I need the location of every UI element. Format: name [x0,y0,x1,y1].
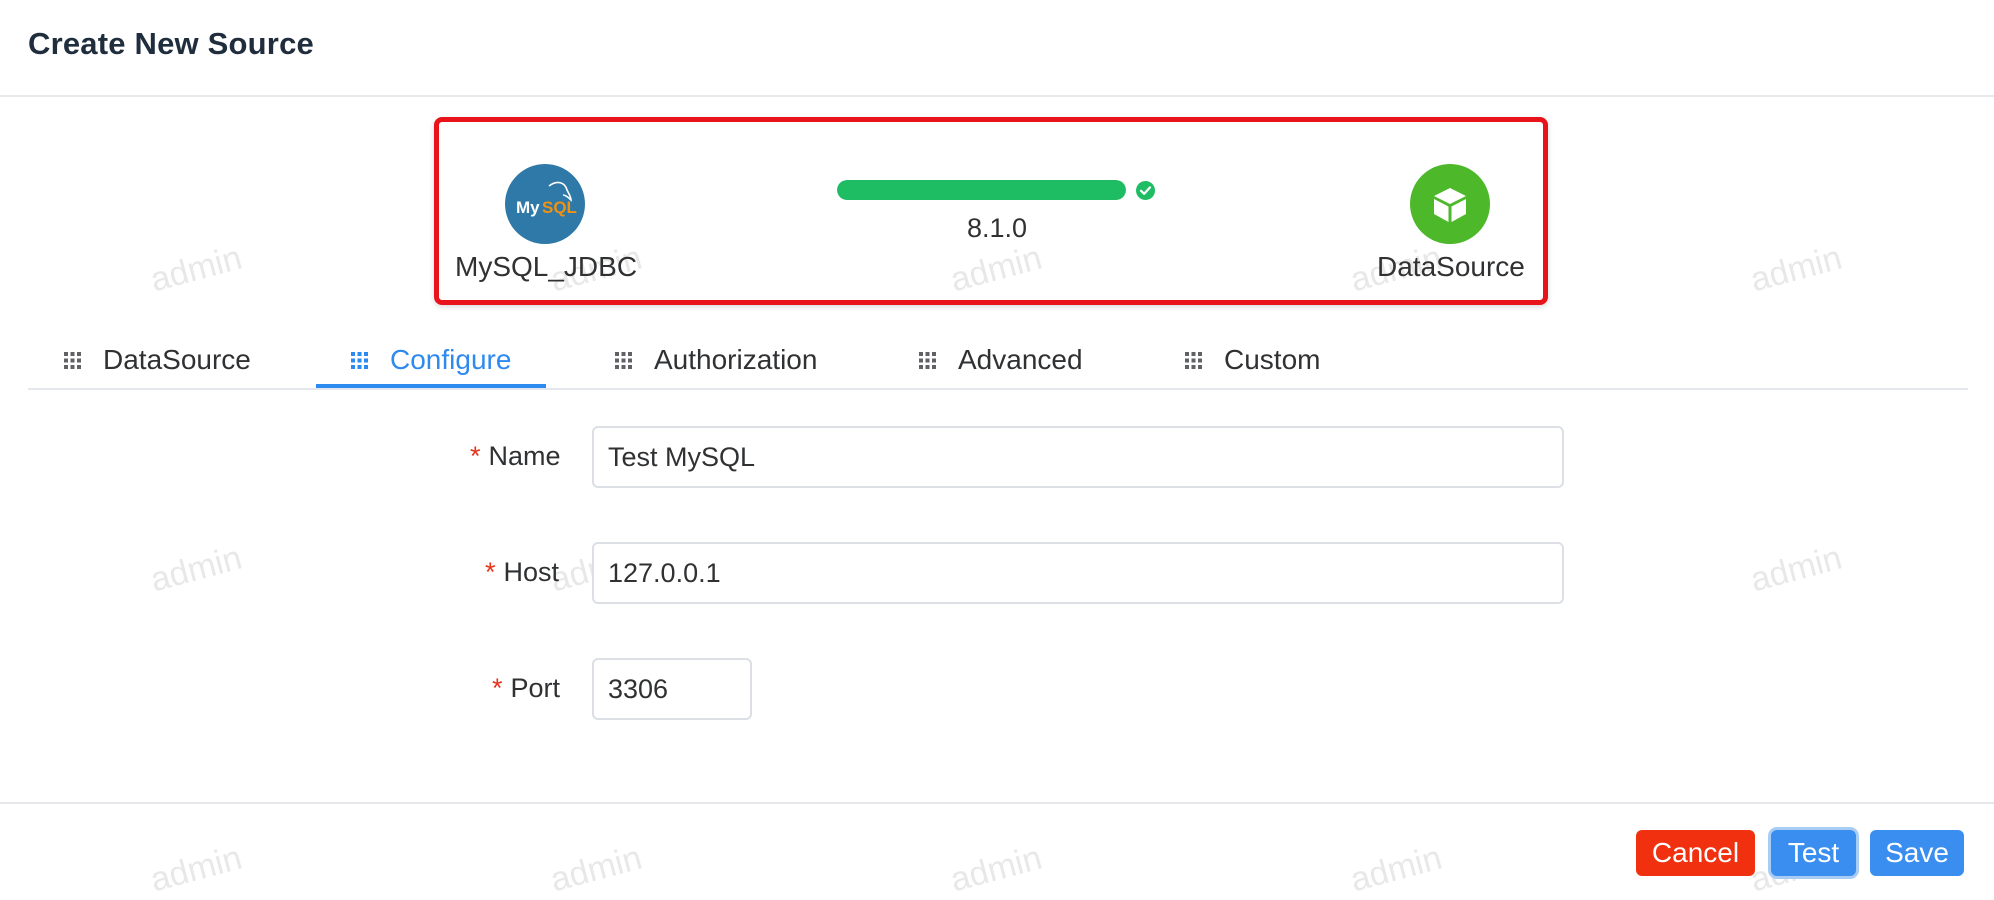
test-button[interactable]: Test [1771,830,1856,876]
tab-label: Advanced [958,344,1083,375]
host-input[interactable] [592,542,1564,604]
mysql-logo-icon: My SQL [505,164,585,244]
active-tab-indicator [316,384,546,388]
tab-label: Authorization [654,344,818,375]
dialog-header: Create New Source [0,0,1994,97]
grid-icon [64,351,81,369]
tab-label: DataSource [103,344,251,375]
dialog-title: Create New Source [28,26,314,61]
port-input[interactable] [592,658,752,720]
svg-text:SQL: SQL [542,198,577,217]
cancel-button[interactable]: Cancel [1636,830,1755,876]
tab-custom[interactable]: Custom [1185,330,1320,390]
source-node-label: MySQL_JDBC [455,251,638,282]
name-field-label: * Name [470,441,561,471]
connector-version: 8.1.0 [966,213,1028,243]
name-input[interactable] [592,426,1564,488]
check-circle-icon [1136,181,1155,200]
target-node-label: DataSource [1377,251,1525,282]
host-field-label: * Host [485,557,560,587]
port-field-label: * Port [492,673,561,703]
tab-label: Configure [390,344,512,375]
save-button[interactable]: Save [1870,830,1964,876]
tab-label: Custom [1224,344,1321,375]
tab-configure[interactable]: Configure [351,330,511,390]
required-marker: * [485,557,496,587]
mysql-logo-graphic: My SQL [516,181,577,217]
progress-fill [837,180,1126,200]
tab-advanced[interactable]: Advanced [919,330,1083,390]
grid-icon [1185,351,1202,369]
required-marker: * [470,441,481,471]
cube-icon [1410,164,1490,244]
dialog-footer-divider [0,802,1994,804]
grid-icon [919,351,936,369]
tab-datasource[interactable]: DataSource [64,330,251,390]
tab-authorization[interactable]: Authorization [615,330,817,390]
grid-icon [351,351,368,369]
config-tabs: DataSource Configure Authorization Advan… [28,330,1968,390]
grid-icon [615,351,632,369]
connector-progress-bar [837,180,1126,200]
svg-text:My: My [516,198,540,217]
required-marker: * [492,673,503,703]
